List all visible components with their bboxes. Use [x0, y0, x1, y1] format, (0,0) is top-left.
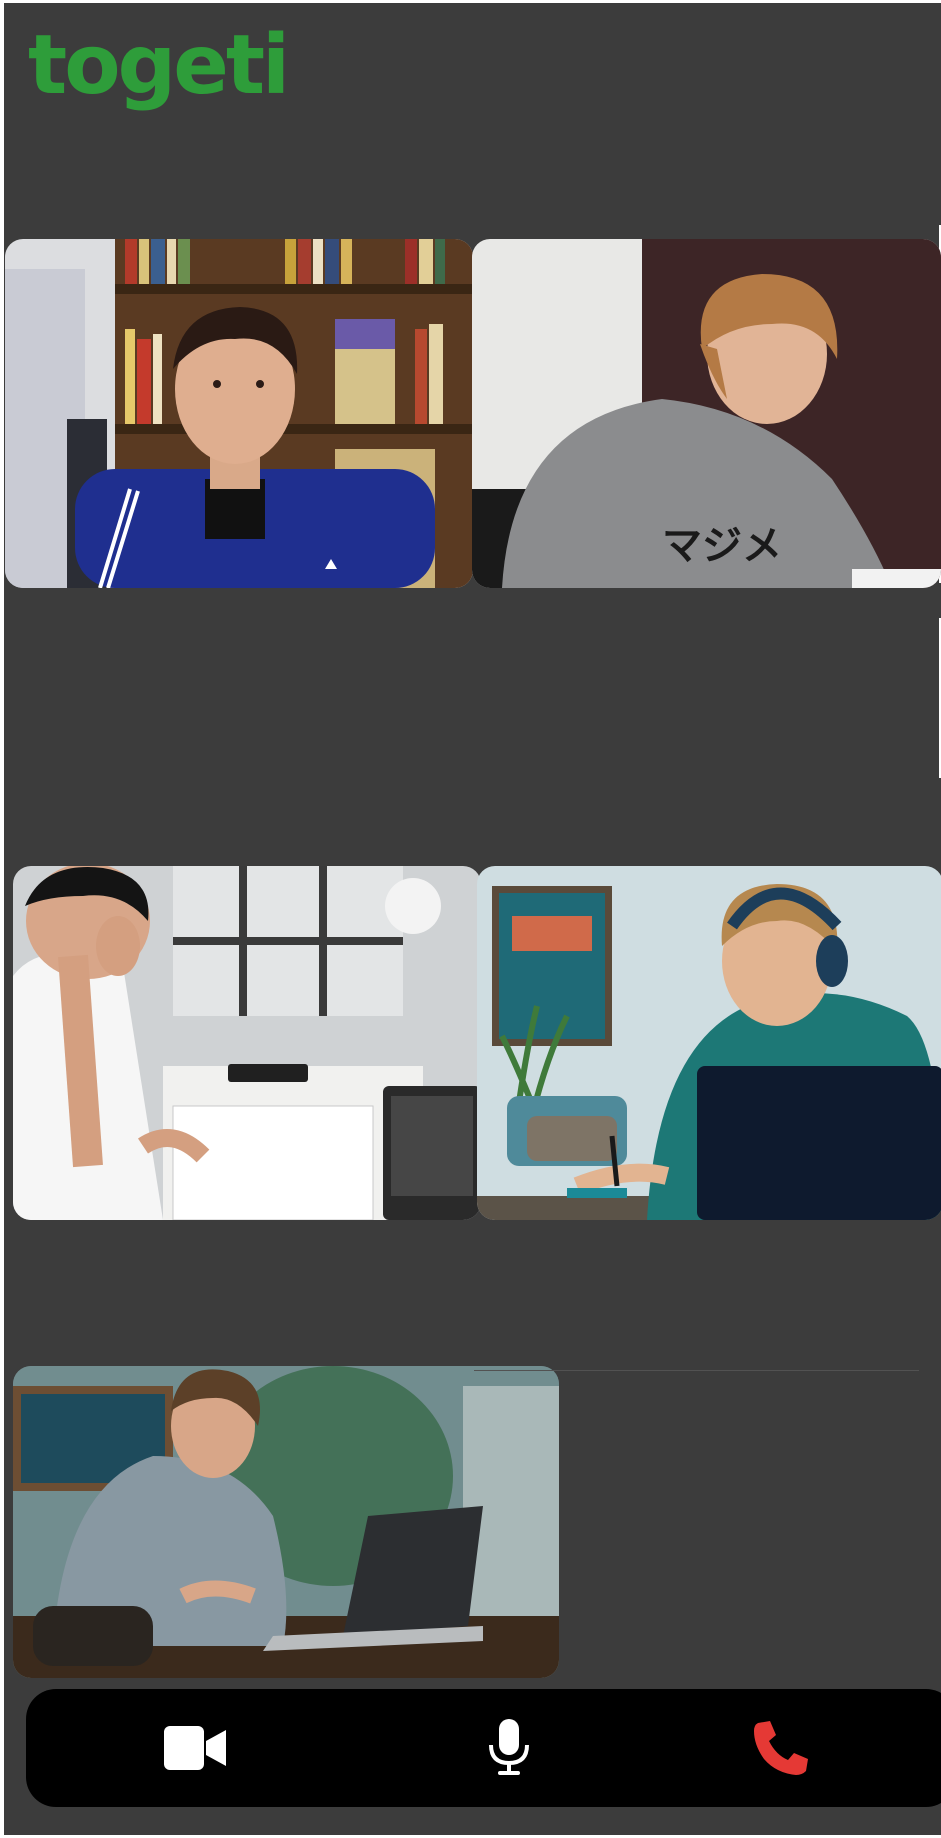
video-camera-icon [164, 1726, 226, 1770]
call-screen: togeti マジメ [4, 3, 941, 1835]
participant-video-3[interactable] [13, 866, 481, 1220]
participant-video-1[interactable] [5, 239, 473, 588]
svg-text:マジメ: マジメ [662, 523, 782, 569]
microphone-toggle-button[interactable] [454, 1689, 564, 1807]
app-logo-text: togeti [28, 18, 290, 113]
microphone-icon [489, 1719, 529, 1775]
end-call-button[interactable] [726, 1689, 836, 1807]
call-controls-bar [26, 1689, 941, 1807]
participant-video-2[interactable]: マジメ [472, 239, 941, 588]
camera-toggle-button[interactable] [141, 1689, 251, 1807]
layout-divider [474, 1370, 919, 1371]
phone-hangup-icon [754, 1721, 808, 1775]
participant-video-5[interactable] [13, 1366, 559, 1678]
app-logo: togeti [28, 25, 290, 107]
participant-video-4[interactable] [477, 866, 941, 1220]
